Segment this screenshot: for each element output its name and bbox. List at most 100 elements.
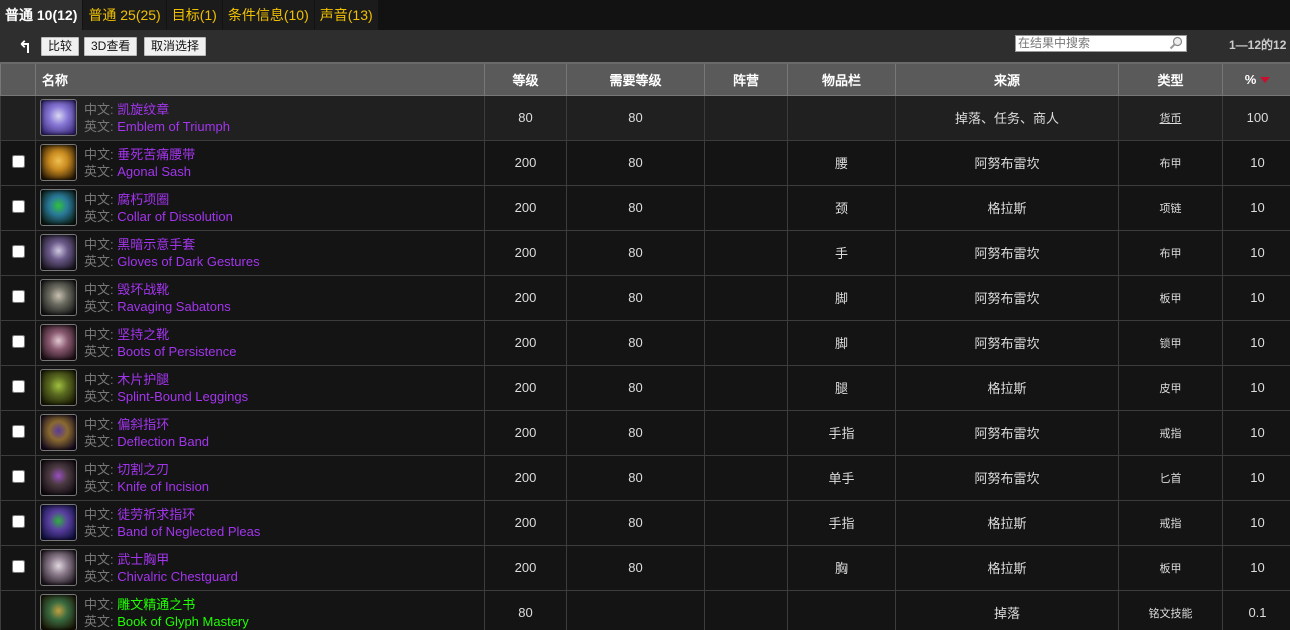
item-type[interactable]: 货币 <box>1118 94 1223 141</box>
item-name-cell: 中文: 武士胸甲 英文: Chivalric Chestguard <box>35 544 485 591</box>
item-type: 戒指 <box>1118 499 1223 546</box>
item-name-cn[interactable]: 木片护腿 <box>117 372 169 387</box>
item-type: 锁甲 <box>1118 319 1223 366</box>
row-checkbox[interactable] <box>11 514 25 528</box>
item-faction <box>704 139 788 186</box>
en-label: 英文: <box>84 208 114 224</box>
item-name-en[interactable]: Ravaging Sabatons <box>117 299 230 314</box>
item-name-cn[interactable]: 黑暗示意手套 <box>117 237 195 252</box>
item-faction <box>704 229 788 276</box>
item-name-cn[interactable]: 凯旋纹章 <box>117 102 169 117</box>
item-name-en[interactable]: Band of Neglected Pleas <box>117 524 260 539</box>
belt-icon[interactable] <box>40 144 77 181</box>
item-name-en[interactable]: Book of Glyph Mastery <box>117 614 249 629</box>
sort-desc-icon <box>1260 76 1271 83</box>
search-input[interactable] <box>1018 36 1168 50</box>
header-level[interactable]: 等级 <box>484 62 567 96</box>
tab-normal-25[interactable]: 普通 25(25) <box>83 0 166 30</box>
search-icon[interactable] <box>1169 36 1183 50</box>
item-name-en[interactable]: Splint-Bound Leggings <box>117 389 248 404</box>
row-checkbox[interactable] <box>11 244 25 258</box>
item-name-cn[interactable]: 垂死苦痛腰带 <box>117 147 195 162</box>
item-req-level: 80 <box>566 454 705 501</box>
item-slot <box>787 589 896 630</box>
row-checkbox[interactable] <box>11 154 25 168</box>
header-percent-label: % <box>1244 71 1257 87</box>
item-name-cn[interactable]: 偏斜指环 <box>117 417 169 432</box>
select-arrow-icon: ↰ <box>18 38 33 57</box>
item-name-en[interactable]: Gloves of Dark Gestures <box>117 254 259 269</box>
item-name-cell: 中文: 毁坏战靴 英文: Ravaging Sabatons <box>35 274 485 321</box>
item-req-level: 80 <box>566 409 705 456</box>
item-name-cn[interactable]: 腐朽项圈 <box>117 192 169 207</box>
ring-gem-icon[interactable] <box>40 504 77 541</box>
gloves-icon[interactable] <box>40 234 77 271</box>
item-percent: 10 <box>1222 229 1290 276</box>
item-name-en[interactable]: Collar of Dissolution <box>117 209 233 224</box>
item-req-level: 80 <box>566 544 705 591</box>
row-checkbox[interactable] <box>11 334 25 348</box>
item-type: 戒指 <box>1118 409 1223 456</box>
item-name-en[interactable]: Boots of Persistence <box>117 344 236 359</box>
compare-button[interactable]: 比较 <box>41 37 80 56</box>
leggings-icon[interactable] <box>40 369 77 406</box>
search-field <box>1015 35 1187 52</box>
book-icon[interactable] <box>40 594 77 630</box>
item-percent: 0.1 <box>1222 589 1290 630</box>
tab-target[interactable]: 目标(1) <box>166 0 222 30</box>
row-checkbox[interactable] <box>11 559 25 573</box>
tab-normal-10[interactable]: 普通 10(12) <box>0 0 83 30</box>
header-req-level[interactable]: 需要等级 <box>566 62 705 96</box>
header-faction[interactable]: 阵营 <box>704 62 788 96</box>
item-name-en[interactable]: Deflection Band <box>117 434 209 449</box>
item-name-en[interactable]: Knife of Incision <box>117 479 209 494</box>
row-checkbox[interactable] <box>11 199 25 213</box>
row-checkbox-cell <box>0 499 36 546</box>
header-slot[interactable]: 物品栏 <box>787 62 896 96</box>
emblem-icon[interactable] <box>40 99 77 136</box>
deselect-button[interactable]: 取消选择 <box>144 37 207 56</box>
en-label: 英文: <box>84 343 114 359</box>
item-name-cn[interactable]: 毁坏战靴 <box>117 282 169 297</box>
row-checkbox[interactable] <box>11 379 25 393</box>
item-name-cn[interactable]: 切割之刃 <box>117 462 169 477</box>
item-type: 板甲 <box>1118 544 1223 591</box>
item-name-cn[interactable]: 武士胸甲 <box>117 552 169 567</box>
header-type[interactable]: 类型 <box>1118 62 1223 96</box>
item-name-cn[interactable]: 雕文精通之书 <box>117 597 195 612</box>
dagger-icon[interactable] <box>40 459 77 496</box>
item-faction <box>704 409 788 456</box>
item-name-en[interactable]: Chivalric Chestguard <box>117 569 238 584</box>
row-checkbox[interactable] <box>11 469 25 483</box>
row-checkbox[interactable] <box>11 424 25 438</box>
chest-icon[interactable] <box>40 549 77 586</box>
item-percent: 10 <box>1222 409 1290 456</box>
item-slot: 手指 <box>787 409 896 456</box>
en-label: 英文: <box>84 253 114 269</box>
item-name-cell: 中文: 徒劳祈求指环 英文: Band of Neglected Pleas <box>35 499 485 546</box>
tab-sounds[interactable]: 声音(13) <box>314 0 378 30</box>
item-name-cell: 中文: 木片护腿 英文: Splint-Bound Leggings <box>35 364 485 411</box>
item-name-en[interactable]: Agonal Sash <box>117 164 191 179</box>
item-slot: 腰 <box>787 139 896 186</box>
item-name-en[interactable]: Emblem of Triumph <box>117 119 230 134</box>
en-label: 英文: <box>84 163 114 179</box>
header-percent[interactable]: % <box>1222 62 1290 96</box>
necklace-icon[interactable] <box>40 189 77 226</box>
header-source[interactable]: 来源 <box>895 62 1119 96</box>
view-3d-button[interactable]: 3D查看 <box>84 37 138 56</box>
item-name-cn[interactable]: 坚持之靴 <box>117 327 169 342</box>
item-table: 名称 等级 需要等级 阵营 物品栏 来源 类型 % 中文: 凯旋纹章 英文: Em… <box>0 62 1290 630</box>
item-source: 格拉斯 <box>895 544 1119 591</box>
boots-mail-icon[interactable] <box>40 324 77 361</box>
header-name[interactable]: 名称 <box>35 62 485 96</box>
table-row: 中文: 木片护腿 英文: Splint-Bound Leggings 200 80 腿格… <box>0 364 1290 411</box>
item-source: 阿努布雷坎 <box>895 139 1119 186</box>
row-checkbox[interactable] <box>11 289 25 303</box>
ring-icon[interactable] <box>40 414 77 451</box>
boots-plate-icon[interactable] <box>40 279 77 316</box>
tab-conditions[interactable]: 条件信息(10) <box>222 0 314 30</box>
item-name-cn[interactable]: 徒劳祈求指环 <box>117 507 195 522</box>
en-label: 英文: <box>84 433 114 449</box>
item-req-level: 80 <box>566 229 705 276</box>
